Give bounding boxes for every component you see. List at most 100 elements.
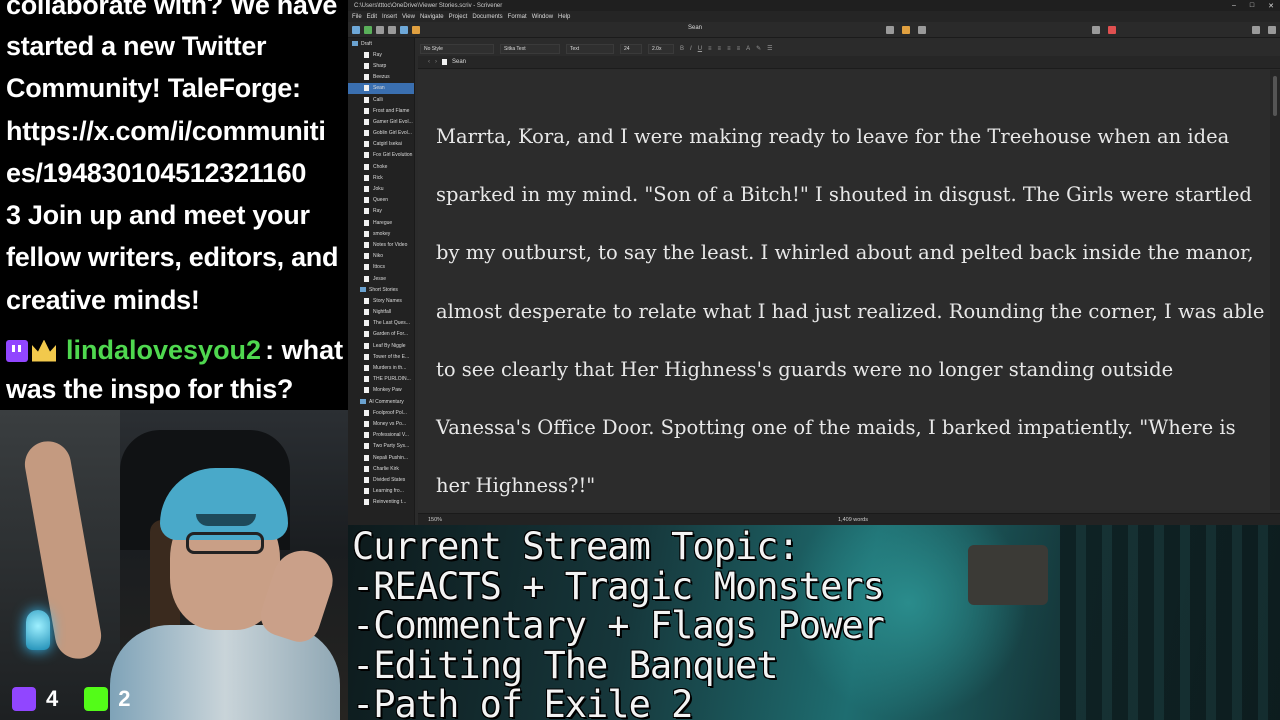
binder-toggle-icon[interactable] [352,25,360,34]
binder-item[interactable]: Divided States [348,474,414,485]
binder-item[interactable]: Foolproof Pol... [348,407,414,418]
search-icon[interactable] [1268,25,1276,34]
quick-reference-icon[interactable] [400,25,408,34]
style-select[interactable]: No Style [420,43,494,54]
binder-item[interactable]: Joku [348,183,414,194]
align-right-icon[interactable]: ≡ [727,46,731,52]
edit-icon[interactable] [412,25,420,34]
binder-item[interactable]: Learning fro... [348,486,414,497]
binder-item[interactable]: Leaf By Niggle [348,340,414,351]
align-left-icon[interactable]: ≡ [708,46,712,52]
binder-item-label: Money vs Po... [373,420,407,427]
binder-item[interactable]: Two Party Sys... [348,441,414,452]
menu-insert[interactable]: Insert [382,14,397,20]
stream-topic-heading: Current Stream Topic: [352,525,800,568]
list-icon[interactable]: ☰ [767,45,772,52]
kick-logo-icon [84,687,109,711]
binder-item[interactable]: Reinventing t... [348,497,414,508]
text-editor[interactable]: Marrta, Kora, and I were making ready to… [418,70,1270,510]
font-select[interactable]: Sitka Text [500,43,560,54]
scrollbar-thumb[interactable] [1273,76,1277,116]
menu-navigate[interactable]: Navigate [420,14,444,20]
maximize-icon[interactable]: □ [1250,2,1254,10]
binder-item[interactable]: Choke [348,161,414,172]
crown-badge-icon [32,339,56,362]
binder-item[interactable]: Professional V... [348,430,414,441]
binder-item[interactable]: Ittocs [348,262,414,273]
bookmark-icon[interactable] [1108,25,1116,34]
scrivener-window: C:\Users\tttoc\OneDrive\Viewer Stories.s… [348,0,1280,525]
binder-item[interactable]: Story Names [348,295,414,306]
justify-icon[interactable]: ≡ [737,46,741,52]
zoom-level[interactable]: 150% [428,517,442,523]
menu-edit[interactable]: Edit [367,14,377,20]
inspector-icon[interactable] [1252,25,1260,34]
line-spacing-select[interactable]: 2.0x [648,43,674,54]
binder-item[interactable]: Goblin Girl Evol... [348,128,414,139]
add-folder-icon[interactable] [376,25,384,34]
binder-item[interactable]: smokey [348,228,414,239]
menu-file[interactable]: File [352,14,362,20]
binder-item[interactable]: THE PURLOIN... [348,374,414,385]
binder-item[interactable]: Sharp [348,60,414,71]
font-size-select[interactable]: 24 [620,43,642,54]
binder-item[interactable]: The Last Ques... [348,318,414,329]
binder-item[interactable]: Tower of the E... [348,351,414,362]
binder-item[interactable]: Beezus [348,72,414,83]
editor-text[interactable]: Marrta, Kora, and I were making ready to… [436,108,1266,515]
trash-icon[interactable] [388,25,396,34]
binder-item[interactable]: Sean [348,82,414,94]
editor-scrollbar[interactable] [1270,70,1280,510]
binder-item[interactable]: Notes for Video [348,239,414,250]
document-icon [364,264,369,271]
close-icon[interactable]: ✕ [1268,2,1274,10]
binder-item[interactable]: Queen [348,195,414,206]
typeface-select[interactable]: Text [566,43,614,54]
binder-item[interactable]: Calli [348,94,414,105]
binder-item[interactable]: Money vs Po... [348,418,414,429]
binder-item[interactable]: Short Stories [348,284,414,295]
highlight-icon[interactable]: ✎ [756,45,761,52]
menu-format[interactable]: Format [508,14,527,20]
binder-item[interactable]: Ray [348,206,414,217]
binder-item[interactable]: Jesse [348,273,414,284]
binder-item[interactable]: Garden of For... [348,329,414,340]
document-icon [364,85,369,92]
back-arrow-icon[interactable]: ‹ [428,59,430,65]
stream-topic-item: -Editing The Banquet [352,643,779,687]
binder-item[interactable]: Charlie Kirk [348,463,414,474]
menu-project[interactable]: Project [449,14,468,20]
binder-item[interactable]: AI Commentary [348,396,414,407]
share-icon[interactable] [1092,25,1100,34]
forward-arrow-icon[interactable]: › [435,59,437,65]
underline-icon[interactable]: U [698,46,702,52]
menu-documents[interactable]: Documents [472,14,502,20]
binder-item[interactable]: Frost and Flame [348,105,414,116]
italic-icon[interactable]: I [690,46,692,52]
binder-item[interactable]: Monkey Paw [348,385,414,396]
binder-item[interactable]: Nightfall [348,307,414,318]
binder-item[interactable]: Ray [348,49,414,60]
binder-item[interactable]: Fox Girl Evolution [348,150,414,161]
text-color-icon[interactable]: A [746,46,750,52]
view-document-icon[interactable] [886,25,894,34]
binder-item[interactable]: Niko [348,251,414,262]
binder-item[interactable]: Haregue [348,217,414,228]
add-document-icon[interactable] [364,25,372,34]
binder-item[interactable]: Murders in th... [348,362,414,373]
menu-view[interactable]: View [402,14,415,20]
binder-item[interactable]: Nepali Pushin... [348,452,414,463]
editor-header: ‹ › Sean [418,56,1280,69]
minimize-icon[interactable]: – [1232,2,1236,10]
outline-icon[interactable] [918,25,926,34]
binder-item[interactable]: Catgirl Isekai [348,139,414,150]
binder-item[interactable]: Gamer Girl Evol... [348,116,414,127]
corkboard-icon[interactable] [902,25,910,34]
binder-item[interactable]: Rick [348,172,414,183]
menu-window[interactable]: Window [532,14,553,20]
align-center-icon[interactable]: ≡ [718,46,722,52]
bold-icon[interactable]: B [680,46,684,52]
webcam-lamp [26,610,50,650]
binder-item[interactable]: Draft [348,38,414,49]
menu-help[interactable]: Help [558,14,570,20]
